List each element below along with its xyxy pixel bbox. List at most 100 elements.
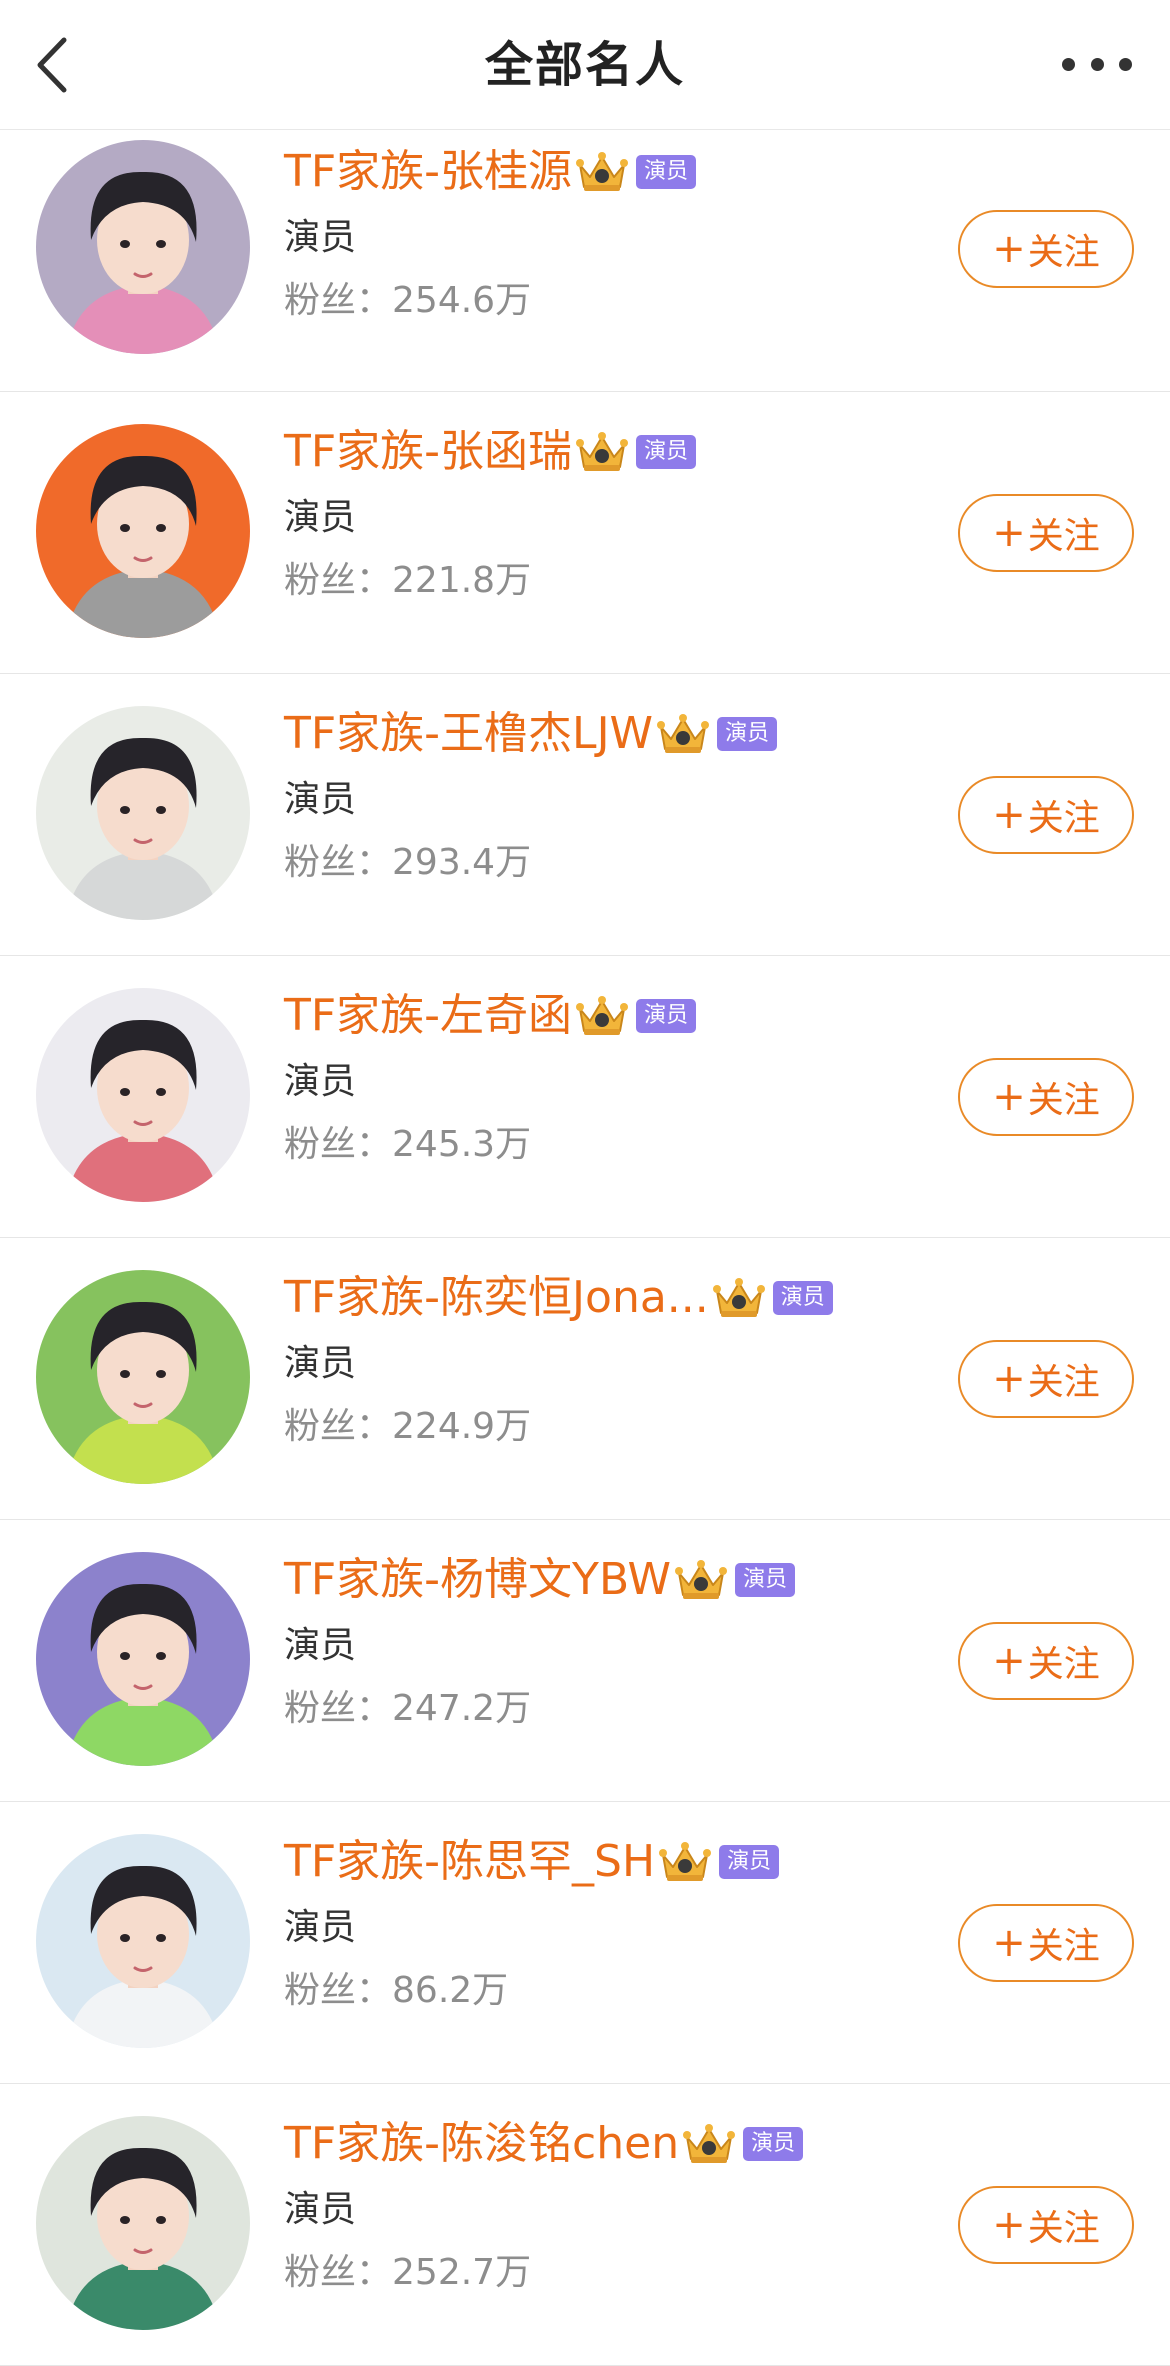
celebrity-role: 演员: [284, 217, 357, 258]
avatar[interactable]: [36, 706, 250, 920]
celebrity-role: 演员: [284, 2189, 357, 2230]
fans-value: 293.4万: [392, 842, 532, 883]
celebrity-info: TF家族-陈奕恒Jona... 演员 演员 粉丝：224.9万: [284, 1266, 930, 1452]
follow-button[interactable]: + 关注: [958, 1904, 1134, 1982]
plus-icon: +: [992, 1920, 1026, 1966]
plus-icon: +: [992, 1356, 1026, 1402]
celebrity-info: TF家族-张函瑞 演员 演员 粉丝：221.8万: [284, 420, 930, 606]
name-line: TF家族-杨博文YBW 演员: [284, 1548, 930, 1612]
follow-label: 关注: [1027, 1362, 1100, 1403]
name-line: TF家族-张桂源 演员: [284, 140, 930, 204]
plus-icon: +: [992, 792, 1026, 838]
celebrity-name[interactable]: TF家族-陈思罕_SH: [284, 1830, 655, 1894]
crown-icon: [709, 1275, 767, 1321]
fans-label: 粉丝：: [284, 1124, 393, 1165]
celebrity-name[interactable]: TF家族-陈奕恒Jona...: [284, 1266, 709, 1330]
fans-value: 221.8万: [392, 560, 532, 601]
celebrity-name[interactable]: TF家族-王橹杰LJW: [284, 702, 653, 766]
list-item[interactable]: TF家族-左奇函 演员演员粉丝：245.3万 + 关注: [0, 956, 1170, 1238]
celebrity-info: TF家族-陈浚铭chen 演员 演员 粉丝：252.7万: [284, 2112, 930, 2298]
fans-count: 粉丝：247.2万: [284, 1684, 930, 1734]
fans-label: 粉丝：: [284, 280, 393, 321]
celebrity-name[interactable]: TF家族-张函瑞: [284, 420, 572, 484]
follow-button[interactable]: + 关注: [958, 1340, 1134, 1418]
fans-value: 86.2万: [392, 1970, 509, 2011]
avatar[interactable]: [36, 988, 250, 1202]
follow-button[interactable]: + 关注: [958, 494, 1134, 572]
role-badge: 演员: [719, 1845, 780, 1879]
follow-button[interactable]: + 关注: [958, 2186, 1134, 2264]
follow-label: 关注: [1027, 232, 1100, 273]
celebrity-name[interactable]: TF家族-杨博文YBW: [284, 1548, 671, 1612]
fans-count: 粉丝：293.4万: [284, 838, 930, 888]
fans-count: 粉丝：86.2万: [284, 1966, 930, 2016]
fans-count: 粉丝：245.3万: [284, 1120, 930, 1170]
role-badge: 演员: [735, 1563, 796, 1597]
follow-button[interactable]: + 关注: [958, 1058, 1134, 1136]
list-item[interactable]: TF家族-王橹杰LJW 演员 演员 粉丝：293.4万 + 关注: [0, 674, 1170, 956]
role-badge: 演员: [636, 155, 697, 189]
fans-label: 粉丝：: [284, 1970, 393, 2011]
follow-button[interactable]: + 关注: [958, 776, 1134, 854]
fans-count: 粉丝：252.7万: [284, 2248, 930, 2298]
fans-count: 粉丝：254.6万: [284, 276, 930, 326]
avatar[interactable]: [36, 1270, 250, 1484]
list-item[interactable]: TF家族-陈奕恒Jona... 演员 演员 粉丝：224.9万 + 关注: [0, 1238, 1170, 1520]
fans-label: 粉丝：: [284, 842, 393, 883]
name-line: TF家族-王橹杰LJW 演员: [284, 702, 930, 766]
list-item[interactable]: TF家族-陈思罕_SH 演员 演员粉丝：86.2万 + 关注: [0, 1802, 1170, 2084]
celebrity-info: TF家族-杨博文YBW 演员 演员 粉丝：247.2万: [284, 1548, 930, 1734]
celebrity-name[interactable]: TF家族-左奇函: [284, 984, 572, 1048]
list-item[interactable]: TF家族-张函瑞 演员 演员 粉丝：221.8万 + 关注: [0, 392, 1170, 674]
crown-icon: [572, 149, 630, 195]
follow-label: 关注: [1027, 1644, 1100, 1685]
plus-icon: +: [992, 1074, 1026, 1120]
role-badge: 演员: [636, 435, 697, 469]
fans-label: 粉丝：: [284, 2252, 393, 2293]
fans-label: 粉丝：: [284, 1406, 393, 1447]
plus-icon: +: [992, 1638, 1026, 1684]
crown-icon: [572, 429, 630, 475]
page-title: 全部名人: [484, 37, 685, 93]
list-item[interactable]: TF家族-张桂源 演员 演员 粉丝：254.6万 + 关注: [0, 130, 1170, 392]
role-badge: 演员: [743, 2127, 804, 2161]
celebrity-list: TF家族-张桂源 演员 演员 粉丝：254.6万 + 关注 TF家族-张函瑞 演员 演员 粉丝：2…: [0, 130, 1170, 2366]
more-dots-icon[interactable]: [1062, 44, 1132, 84]
avatar[interactable]: [36, 424, 250, 638]
follow-label: 关注: [1027, 1926, 1100, 1967]
fans-count: 粉丝：224.9万: [284, 1402, 930, 1452]
crown-icon: [572, 993, 630, 1039]
role-badge: 演员: [717, 717, 778, 751]
name-line: TF家族-陈思罕_SH 演员: [284, 1830, 930, 1894]
celebrity-info: TF家族-陈思罕_SH 演员 演员粉丝：86.2万: [284, 1830, 930, 2016]
name-line: TF家族-左奇函 演员: [284, 984, 930, 1048]
celebrity-role: 演员: [284, 1061, 357, 1102]
celebrity-role: 演员: [284, 497, 357, 538]
fans-value: 245.3万: [392, 1124, 532, 1165]
name-line: TF家族-张函瑞 演员: [284, 420, 930, 484]
list-item[interactable]: TF家族-杨博文YBW 演员 演员 粉丝：247.2万 + 关注: [0, 1520, 1170, 1802]
avatar[interactable]: [36, 140, 250, 354]
crown-icon: [653, 711, 711, 757]
celebrity-name[interactable]: TF家族-张桂源: [284, 140, 572, 204]
top-navigation-bar: 全部名人: [0, 0, 1170, 130]
follow-button[interactable]: + 关注: [958, 1622, 1134, 1700]
plus-icon: +: [992, 510, 1026, 556]
avatar[interactable]: [36, 1834, 250, 2048]
celebrity-name[interactable]: TF家族-陈浚铭chen: [284, 2112, 679, 2176]
celebrity-info: TF家族-王橹杰LJW 演员 演员 粉丝：293.4万: [284, 702, 930, 888]
avatar[interactable]: [36, 2116, 250, 2330]
fans-label: 粉丝：: [284, 560, 393, 601]
celebrity-role: 演员: [284, 1343, 357, 1384]
celebrity-role: 演员: [284, 779, 357, 820]
avatar[interactable]: [36, 1552, 250, 1766]
celebrity-info: TF家族-左奇函 演员演员粉丝：245.3万: [284, 984, 930, 1170]
role-badge: 演员: [772, 1281, 833, 1315]
follow-label: 关注: [1027, 2208, 1100, 2249]
follow-label: 关注: [1027, 798, 1100, 839]
crown-icon: [671, 1557, 729, 1603]
celebrity-role: 演员: [284, 1625, 357, 1666]
follow-button[interactable]: + 关注: [958, 210, 1134, 288]
name-line: TF家族-陈奕恒Jona... 演员: [284, 1266, 930, 1330]
list-item[interactable]: TF家族-陈浚铭chen 演员 演员 粉丝：252.7万 + 关注: [0, 2084, 1170, 2366]
